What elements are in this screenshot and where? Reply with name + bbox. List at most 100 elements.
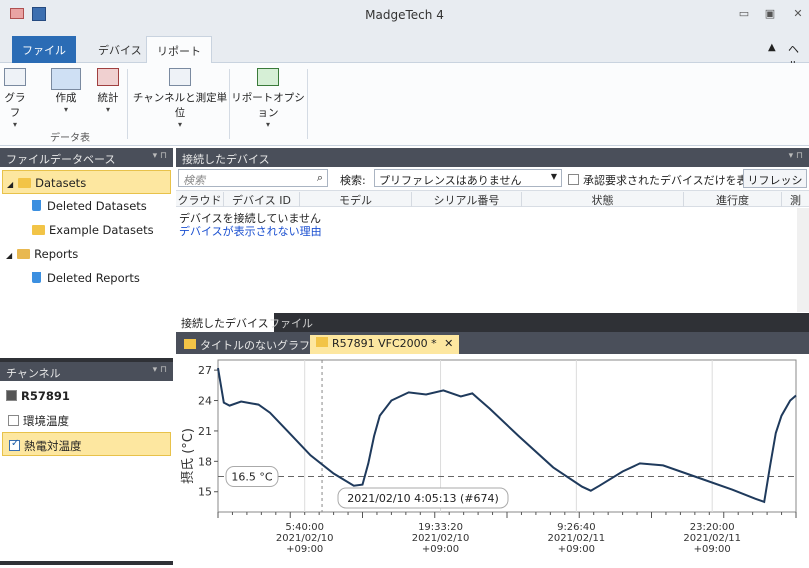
search-label: 検索: xyxy=(340,174,366,187)
tree-item-reports[interactable]: ◢ Reports xyxy=(2,242,171,266)
expand-icon[interactable]: ◢ xyxy=(6,251,12,260)
x-tick-label: +09:00 xyxy=(558,544,595,555)
x-tick-label: +09:00 xyxy=(694,544,731,555)
ribbon-separator xyxy=(127,69,128,139)
folder-icon xyxy=(32,225,45,235)
close-icon[interactable]: ✕ xyxy=(790,7,806,21)
graph-button[interactable]: グラフ ▾ xyxy=(4,68,26,130)
column-header[interactable]: クラウド xyxy=(176,192,224,207)
checkbox[interactable] xyxy=(8,415,19,426)
column-header[interactable]: モデル xyxy=(300,192,412,207)
y-tick-label: 27 xyxy=(198,364,212,377)
file-db-tree: ◢ Datasets Deleted Datasets Example Datas… xyxy=(0,167,173,358)
graph-icon xyxy=(4,68,26,86)
preference-dropdown[interactable]: プリファレンスはありません ▼ xyxy=(374,169,562,187)
approval-only-checkbox[interactable]: 承認要求されたデバイスだけを表 xyxy=(568,172,748,188)
x-tick-label: 19:33:20 xyxy=(418,522,463,533)
device-checkbox[interactable] xyxy=(6,390,17,401)
ribbon-tabs: ファイル デバイス リポート ▲ ヘル xyxy=(0,30,809,72)
channels-header: チャンネル ▾ ⊓ xyxy=(0,362,173,381)
report-folder-icon xyxy=(17,249,31,259)
y-tick-label: 24 xyxy=(198,395,212,408)
tree-item-example-datasets[interactable]: Example Datasets xyxy=(2,218,171,242)
column-header[interactable]: 測 xyxy=(782,192,809,207)
pin-icon[interactable]: ▾ ⊓ xyxy=(789,151,803,161)
x-tick-label: +09:00 xyxy=(286,544,323,555)
chart-pane: 摂氏 (°C) 15 18 21 24 27 5:40:00 2021/02/10 +09:0… xyxy=(176,354,809,565)
x-tick-label: 9:26:40 xyxy=(557,522,596,533)
document-tabs: タイトルのないグラフ R57891 VFC2000 * ✕ xyxy=(176,332,809,354)
recycle-bin-icon xyxy=(32,200,41,211)
tab-report[interactable]: リポート xyxy=(146,36,212,64)
checkbox-checked[interactable]: ✓ xyxy=(9,438,20,451)
x-tick-label: 2021/02/11 xyxy=(683,533,741,544)
x-tick-label: 23:20:00 xyxy=(690,522,735,533)
column-header[interactable]: 状態 xyxy=(522,192,684,207)
collapse-ribbon-icon[interactable]: ▲ xyxy=(768,42,776,53)
doc-tab-r57891[interactable]: R57891 VFC2000 * ✕ xyxy=(310,335,460,354)
channels-units-button[interactable]: チャンネルと測定単位 ▾ xyxy=(131,68,229,130)
minimize-icon[interactable]: ▭ xyxy=(736,7,752,21)
chevron-down-icon: ▾ xyxy=(265,120,270,129)
column-header[interactable]: 進行度 xyxy=(684,192,782,207)
report-options-button[interactable]: リポートオプション ▾ xyxy=(231,68,305,130)
ribbon-separator xyxy=(307,69,308,139)
graph-icon xyxy=(316,337,328,347)
tab-connected-devices[interactable]: 接続したデバイス xyxy=(176,313,274,332)
group-label-data-table: データ表 xyxy=(50,133,90,144)
connected-devices-pane: 接続したデバイス ▾ ⊓ 検索 ⌕ 検索: プリファレンスはありません ▼ 承認… xyxy=(176,148,809,313)
y-tick-label: 15 xyxy=(198,486,212,499)
stats-icon xyxy=(97,68,119,86)
tree-item-datasets[interactable]: ◢ Datasets xyxy=(2,170,171,194)
chevron-down-icon: ▾ xyxy=(105,105,110,114)
ribbon: グラフ ▾ 作成 ▾ 統計 ▾ データ表 チャンネルと測定単位 ▾ リポートオプ… xyxy=(0,63,809,146)
crosshair-tooltip: 2021/02/10 4:05:13 (#674) xyxy=(347,492,499,505)
pin-icon[interactable]: ▾ ⊓ xyxy=(153,365,167,375)
channel-ambient-temp[interactable]: 環境温度 xyxy=(2,408,171,432)
file-db-header: ファイルデータベース ▾ ⊓ xyxy=(0,148,173,167)
search-icon: ⌕ xyxy=(316,171,323,184)
create-button[interactable]: 作成 ▾ xyxy=(48,68,84,115)
maximize-icon[interactable]: ▣ xyxy=(762,7,778,21)
close-icon[interactable]: ✕ xyxy=(444,337,453,350)
tree-item-deleted-datasets[interactable]: Deleted Datasets xyxy=(2,194,171,218)
chevron-down-icon: ▼ xyxy=(550,172,557,181)
ribbon-separator xyxy=(229,69,230,139)
tab-device[interactable]: デバイス xyxy=(88,36,152,63)
scrollbar[interactable] xyxy=(797,208,809,312)
tab-file[interactable]: ファイル xyxy=(264,313,318,332)
checkbox[interactable] xyxy=(568,174,579,185)
channel-icon xyxy=(169,68,191,86)
bottom-tabs: 接続したデバイス ファイル xyxy=(176,313,809,332)
device-table-header: クラウド デバイス ID モデル シリアル番号 状態 進行度 測 xyxy=(176,190,809,207)
window-title: MadgeTech 4 xyxy=(365,8,444,22)
x-tick-label: +09:00 xyxy=(422,544,459,555)
chevron-down-icon: ▾ xyxy=(63,105,68,114)
doc-tab-untitled-graph[interactable]: タイトルのないグラフ xyxy=(178,335,316,354)
left-pane: ファイルデータベース ▾ ⊓ ◢ Datasets Deleted Dataset… xyxy=(0,148,173,565)
tab-file[interactable]: ファイル xyxy=(12,36,76,63)
recycle-bin-icon xyxy=(32,272,41,283)
x-tick-label: 2021/02/10 xyxy=(276,533,334,544)
channel-device[interactable]: R57891 xyxy=(2,384,171,408)
graph-icon xyxy=(184,339,196,349)
report-options-icon xyxy=(257,68,279,86)
temperature-chart[interactable]: 摂氏 (°C) 15182124275:40:002021/02/10+09:0… xyxy=(176,354,809,565)
column-header[interactable]: デバイス ID xyxy=(224,192,300,207)
chevron-down-icon: ▾ xyxy=(12,120,17,129)
channel-thermocouple-temp[interactable]: ✓ 熱電対温度 xyxy=(2,432,171,456)
y-tick-label: 18 xyxy=(198,455,212,468)
stats-button[interactable]: 統計 ▾ xyxy=(94,68,122,115)
column-header[interactable]: シリアル番号 xyxy=(412,192,522,207)
folder-icon xyxy=(18,178,32,188)
tree-item-deleted-reports[interactable]: Deleted Reports xyxy=(2,266,171,290)
chevron-down-icon: ▾ xyxy=(177,120,182,129)
connected-devices-header: 接続したデバイス ▾ ⊓ xyxy=(176,148,809,167)
help-link[interactable]: デバイスが表示されない理由 xyxy=(179,223,322,239)
expand-icon[interactable]: ◢ xyxy=(7,180,13,189)
search-input[interactable]: 検索 ⌕ xyxy=(178,169,328,187)
search-row: 検索 ⌕ 検索: プリファレンスはありません ▼ 承認要求されたデバイスだけを表… xyxy=(176,167,809,203)
x-tick-label: 2021/02/10 xyxy=(412,533,470,544)
refresh-button[interactable]: リフレッシュ xyxy=(743,169,807,203)
pin-icon[interactable]: ▾ ⊓ xyxy=(153,151,167,161)
